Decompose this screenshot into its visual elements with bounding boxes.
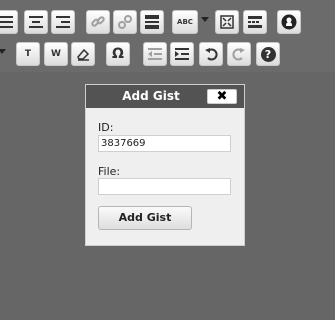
clear-formatting-button[interactable] [71,42,95,66]
align-right-button[interactable] [51,10,75,34]
kitchen-sink-icon [248,16,262,28]
help-icon: ? [260,46,276,62]
align-justify-icon [0,16,13,28]
insert-more-icon [145,15,159,29]
indent-button[interactable] [170,42,194,66]
spellcheck-button[interactable]: ABC [172,10,198,34]
github-icon [281,14,297,30]
special-character-button[interactable]: Ω [106,42,130,66]
add-gist-dialog: Add Gist ✖ ID: File: Add Gist [85,84,245,246]
align-justify-button[interactable] [0,10,18,34]
id-label: ID: [98,121,114,134]
link-icon [91,15,105,29]
link-button[interactable] [86,10,110,34]
format-dropdown-arrow[interactable] [0,49,6,54]
dialog-header: Add Gist ✖ [86,85,244,108]
clear-formatting-icon [76,47,90,61]
file-label: File: [98,165,121,178]
dialog-title: Add Gist [122,89,180,103]
align-right-icon [56,16,70,28]
paste-text-button[interactable]: T [16,42,40,66]
spellcheck-icon: ABC [177,18,193,26]
github-button[interactable] [277,10,301,34]
add-gist-button[interactable]: Add Gist [98,206,192,230]
unlink-button[interactable] [113,10,137,34]
spellcheck-dropdown-arrow[interactable] [201,17,209,22]
close-icon: ✖ [216,89,228,104]
fullscreen-button[interactable] [215,10,239,34]
outdent-button[interactable] [143,42,167,66]
help-button[interactable]: ? [256,42,280,66]
fullscreen-icon [220,15,234,29]
outdent-icon [148,48,162,60]
paste-text-icon: T [24,49,32,59]
paste-word-icon: W [51,49,61,59]
file-input[interactable] [98,178,231,195]
paste-word-button[interactable]: W [44,42,68,66]
unlink-icon [118,15,132,29]
undo-button[interactable] [199,42,223,66]
editor-toolbar: ABC T W Ω ? [0,0,335,72]
undo-icon [204,47,218,61]
redo-button[interactable] [227,42,251,66]
indent-icon [175,48,189,60]
insert-more-button[interactable] [140,10,164,34]
close-button[interactable]: ✖ [207,89,237,104]
kitchen-sink-button[interactable] [243,10,267,34]
redo-icon [232,47,246,61]
id-input[interactable] [98,135,231,152]
special-character-icon: Ω [112,46,124,62]
align-center-button[interactable] [24,10,48,34]
align-center-icon [29,16,43,28]
